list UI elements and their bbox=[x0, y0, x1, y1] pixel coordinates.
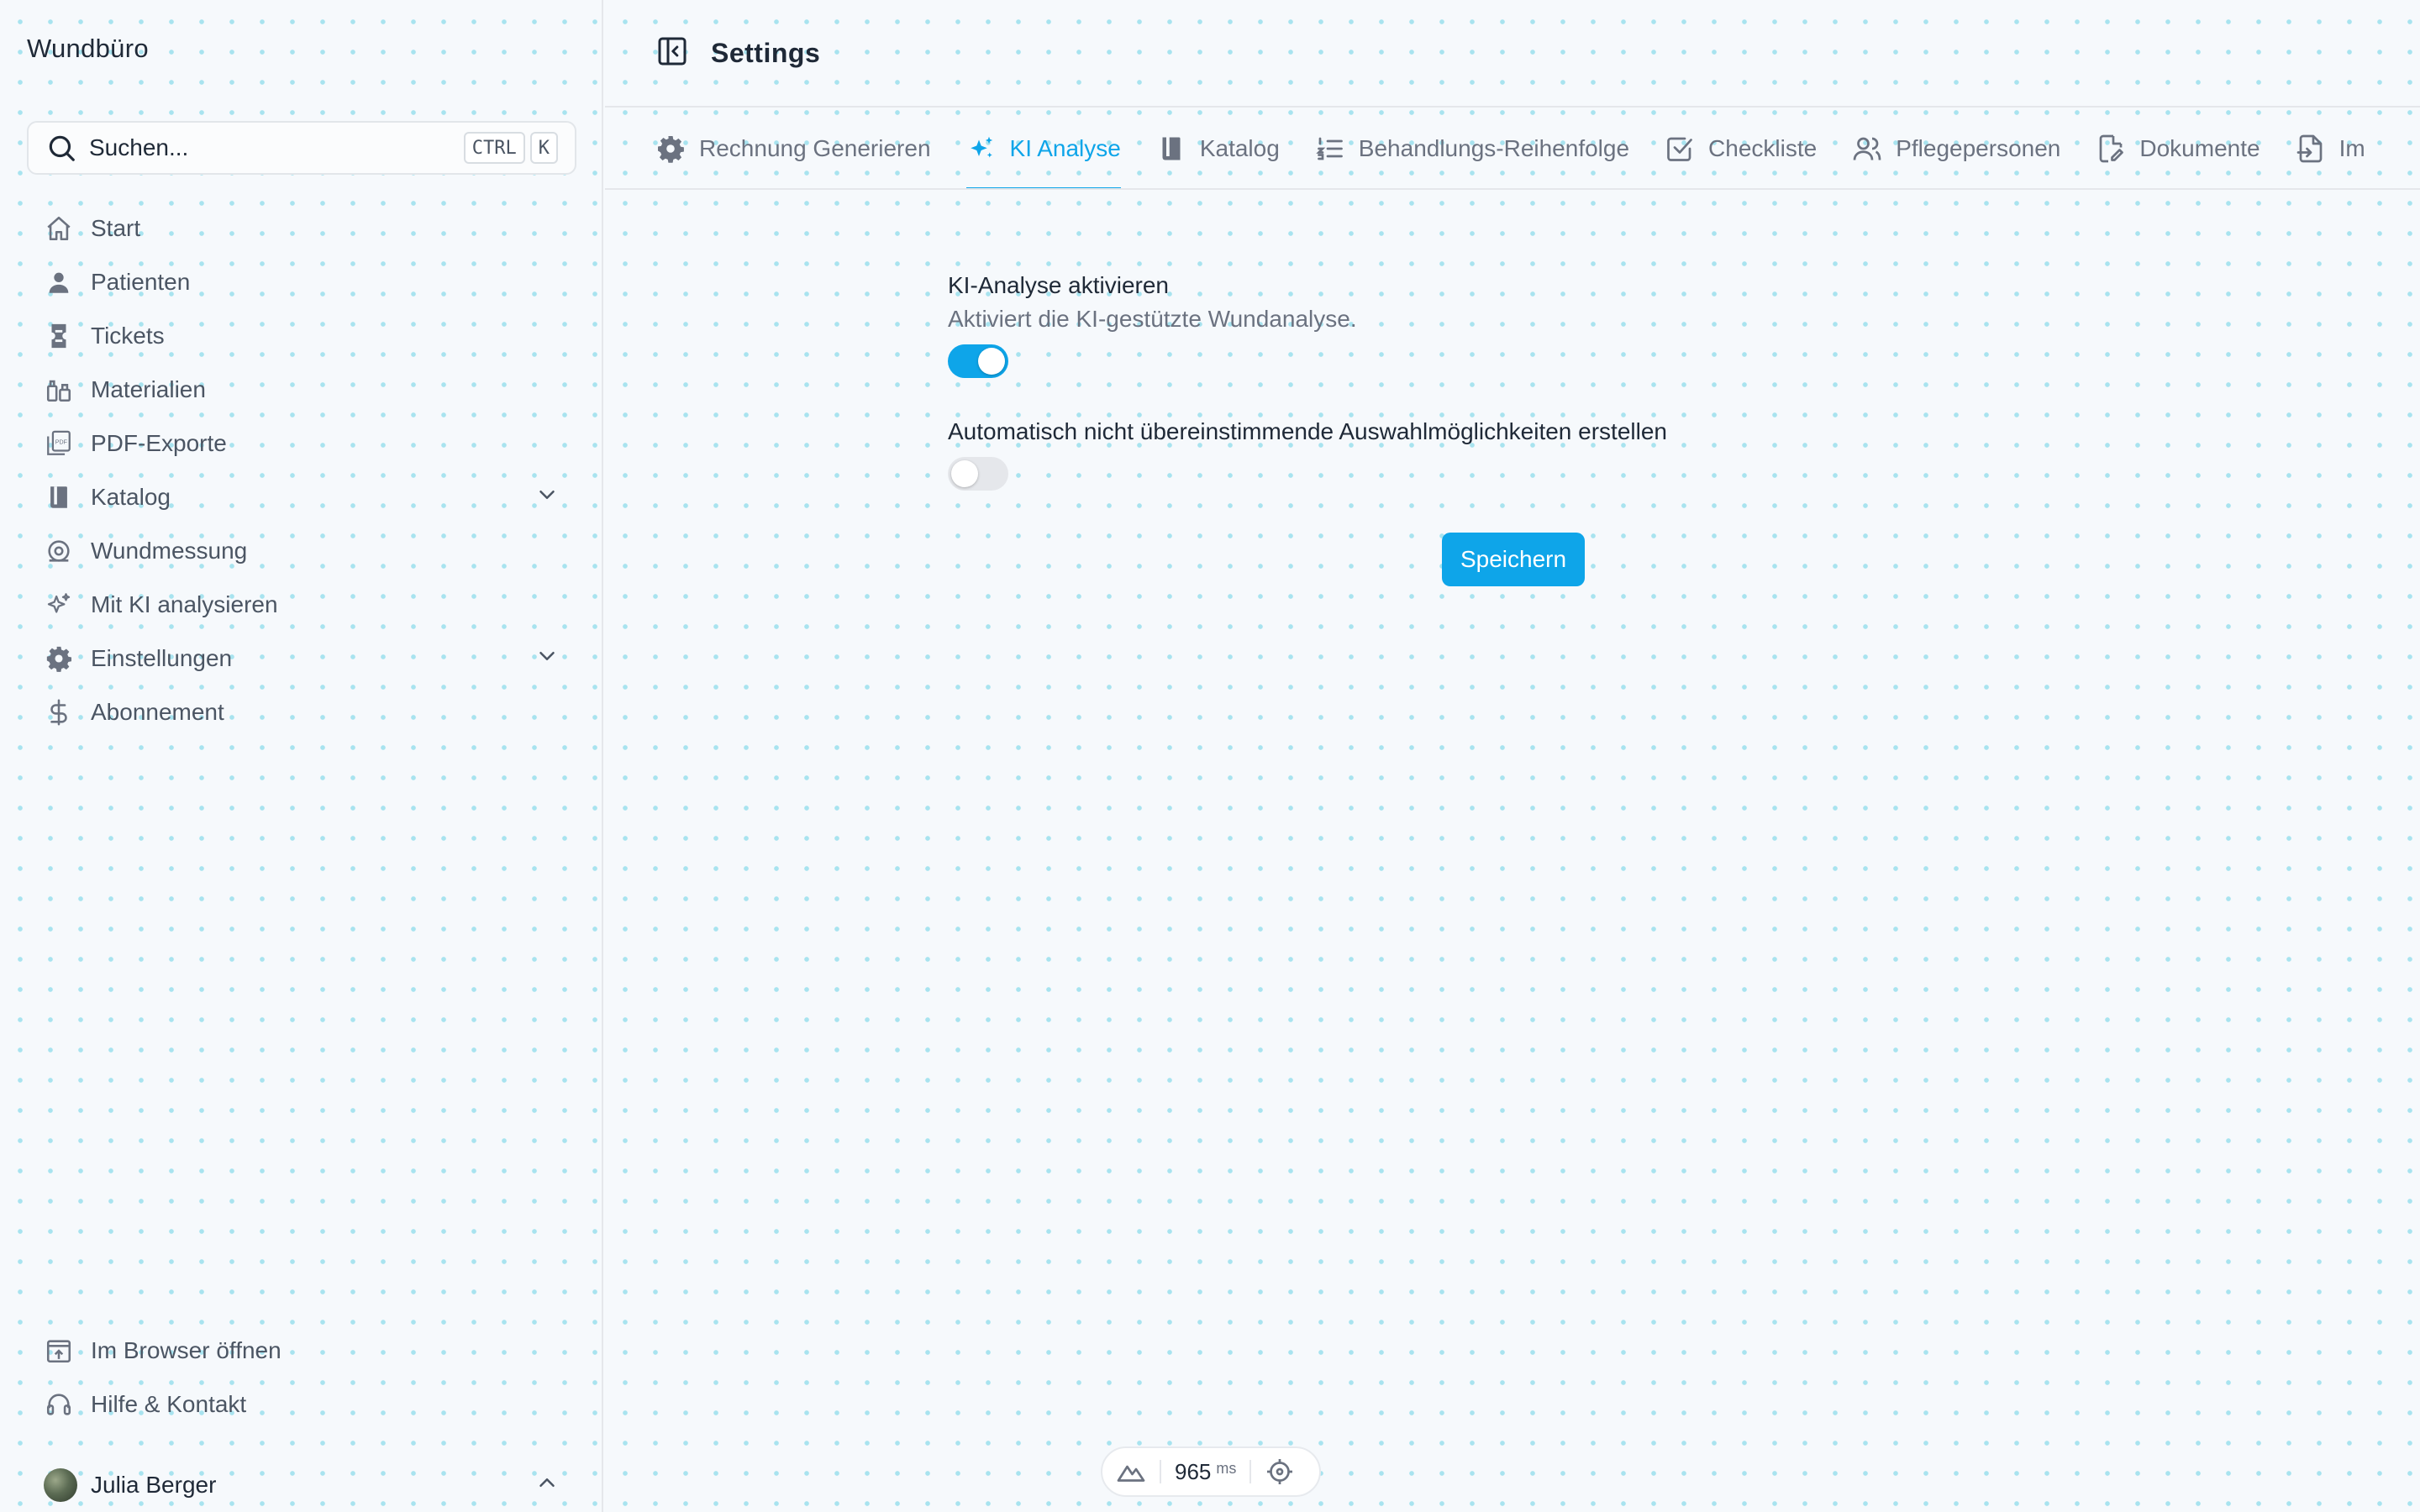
kbd-ctrl: CTRL bbox=[463, 132, 525, 164]
setting-auto-create-title: Automatisch nicht übereinstimmende Auswa… bbox=[948, 418, 1667, 444]
ki-analyse-settings: KI-Analyse aktivieren Aktiviert die KI-g… bbox=[948, 269, 1956, 491]
sidebar-item-label: Patienten bbox=[91, 269, 191, 295]
tab-label: Dokumente bbox=[2139, 135, 2260, 161]
ai-enable-toggle[interactable] bbox=[948, 344, 1008, 378]
page-title: Settings bbox=[711, 37, 821, 68]
ticket-icon bbox=[44, 321, 74, 351]
import-icon bbox=[2296, 134, 2322, 163]
sidebar-item-patienten[interactable]: Patienten bbox=[27, 255, 576, 309]
app-title: Wundbüro bbox=[27, 34, 149, 63]
tab-katalog[interactable]: Katalog bbox=[1156, 109, 1280, 188]
auto-create-toggle[interactable] bbox=[948, 457, 1008, 491]
headset-icon bbox=[44, 1389, 74, 1420]
sidebar-item-start[interactable]: Start bbox=[27, 202, 576, 255]
tab-label: KI Analyse bbox=[1009, 135, 1121, 161]
sidebar-bottom-nav: Im Browser öffnen Hilfe & Kontakt bbox=[27, 1324, 576, 1431]
tab-behandlungs-reihenfolge[interactable]: Behandlungs-Reihenfolge bbox=[1315, 109, 1630, 188]
avatar bbox=[44, 1468, 77, 1502]
sidebar-item-label: Wundmessung bbox=[91, 538, 248, 564]
tab-rechnung-generieren[interactable]: Rechnung Generieren bbox=[655, 109, 931, 188]
kbd-k: K bbox=[529, 132, 558, 164]
sidebar-item-label: Abonnement bbox=[91, 699, 224, 725]
sidebar-item-label: PDF-Exporte bbox=[91, 430, 227, 456]
sidebar-item-materialien[interactable]: Materialien bbox=[27, 363, 576, 417]
tab-label: Im bbox=[2338, 135, 2365, 161]
measure-icon bbox=[44, 536, 74, 566]
tab-import[interactable]: Im bbox=[2296, 109, 2365, 188]
open-browser-icon bbox=[44, 1336, 74, 1366]
sidebar-nav: Start Patienten Tickets Materialien PDF … bbox=[27, 202, 576, 739]
gear-icon bbox=[44, 643, 74, 674]
search-placeholder: Suchen... bbox=[89, 134, 189, 160]
ordered-list-icon bbox=[1316, 137, 1343, 160]
sidebar-item-label: Hilfe & Kontakt bbox=[91, 1391, 247, 1417]
setting-auto-create: Automatisch nicht übereinstimmende Auswa… bbox=[948, 415, 1956, 491]
materials-icon bbox=[44, 375, 74, 405]
checkbox-icon bbox=[1667, 137, 1692, 161]
sidebar-item-abonnement[interactable]: Abonnement bbox=[27, 685, 576, 739]
divider bbox=[1249, 1460, 1252, 1483]
sidebar-item-katalog[interactable]: Katalog bbox=[27, 470, 576, 524]
tab-label: Rechnung Generieren bbox=[699, 135, 931, 161]
sidebar-item-label: Im Browser öffnen bbox=[91, 1337, 281, 1363]
user-name: Julia Berger bbox=[91, 1472, 217, 1498]
sidebar-item-im-browser-oeffnen[interactable]: Im Browser öffnen bbox=[27, 1324, 576, 1378]
page-header: Settings bbox=[605, 0, 2420, 108]
user-menu[interactable]: Julia Berger bbox=[27, 1458, 576, 1512]
toggle-knob bbox=[951, 460, 978, 487]
gear-icon bbox=[658, 136, 684, 163]
setting-ai-enable: KI-Analyse aktivieren Aktiviert die KI-g… bbox=[948, 269, 1956, 378]
sidebar-item-label: Materialien bbox=[91, 376, 206, 402]
book-icon bbox=[44, 482, 74, 512]
svg-text:PDF: PDF bbox=[55, 439, 68, 446]
sidebar-item-mit-ki-analysieren[interactable]: Mit KI analysieren bbox=[27, 578, 576, 632]
chevron-down-icon[interactable] bbox=[534, 482, 560, 513]
tab-ki-analyse[interactable]: KI Analyse bbox=[965, 109, 1122, 188]
perf-value: 965 bbox=[1175, 1458, 1212, 1484]
sidebar-item-label: Mit KI analysieren bbox=[91, 591, 278, 617]
search-input[interactable]: Suchen... CTRL K bbox=[27, 121, 576, 175]
sidebar-item-pdf-exporte[interactable]: PDF PDF-Exporte bbox=[27, 417, 576, 470]
tab-checkliste[interactable]: Checkliste bbox=[1665, 109, 1818, 188]
tab-dokumente[interactable]: Dokumente bbox=[2096, 109, 2260, 188]
divider bbox=[1160, 1460, 1161, 1483]
save-button[interactable]: Speichern bbox=[1442, 533, 1585, 586]
sidebar-item-label: Tickets bbox=[91, 323, 165, 349]
chevron-up-icon[interactable] bbox=[534, 1470, 560, 1501]
book-icon bbox=[1162, 137, 1181, 160]
chevron-down-icon[interactable] bbox=[534, 643, 560, 675]
search-icon bbox=[49, 135, 75, 161]
sidebar-item-tickets[interactable]: Tickets bbox=[27, 309, 576, 363]
performance-indicator: 965 ms bbox=[1101, 1446, 1321, 1497]
mountain-icon[interactable] bbox=[1116, 1457, 1146, 1487]
sidebar-item-label: Katalog bbox=[91, 484, 171, 510]
user-icon bbox=[44, 267, 74, 297]
sparkles-icon bbox=[970, 136, 992, 158]
setting-ai-enable-description: Aktiviert die KI-gestützte Wundanalyse. bbox=[948, 306, 1357, 332]
users-icon bbox=[1853, 137, 1881, 160]
perf-unit: ms bbox=[1216, 1460, 1237, 1477]
setting-ai-enable-title: KI-Analyse aktivieren bbox=[948, 272, 1170, 298]
tab-label: Pflegepersonen bbox=[1896, 135, 2061, 161]
tab-label: Behandlungs-Reihenfolge bbox=[1358, 135, 1630, 161]
document-edit-icon bbox=[2100, 134, 2124, 163]
tab-pflegepersonen[interactable]: Pflegepersonen bbox=[1852, 109, 2061, 188]
tab-label: Katalog bbox=[1199, 135, 1280, 161]
tab-label: Checkliste bbox=[1708, 135, 1818, 161]
sidebar: Wundbüro Suchen... CTRL K Start Patiente… bbox=[0, 0, 603, 1512]
sidebar-toggle-icon[interactable] bbox=[655, 34, 689, 72]
sidebar-item-label: Einstellungen bbox=[91, 645, 233, 671]
home-icon bbox=[44, 213, 74, 244]
sidebar-item-hilfe-kontakt[interactable]: Hilfe & Kontakt bbox=[27, 1378, 576, 1431]
sidebar-item-wundmessung[interactable]: Wundmessung bbox=[27, 524, 576, 578]
toggle-knob bbox=[978, 348, 1005, 375]
crosshair-icon[interactable] bbox=[1265, 1457, 1295, 1487]
settings-tabs: Rechnung Generieren KI Analyse Katalog B… bbox=[605, 109, 2420, 190]
sidebar-item-einstellungen[interactable]: Einstellungen bbox=[27, 632, 576, 685]
dollar-icon bbox=[44, 697, 74, 727]
sparkles-icon bbox=[44, 590, 74, 620]
pdf-icon: PDF bbox=[44, 428, 74, 459]
sidebar-item-label: Start bbox=[91, 215, 141, 241]
